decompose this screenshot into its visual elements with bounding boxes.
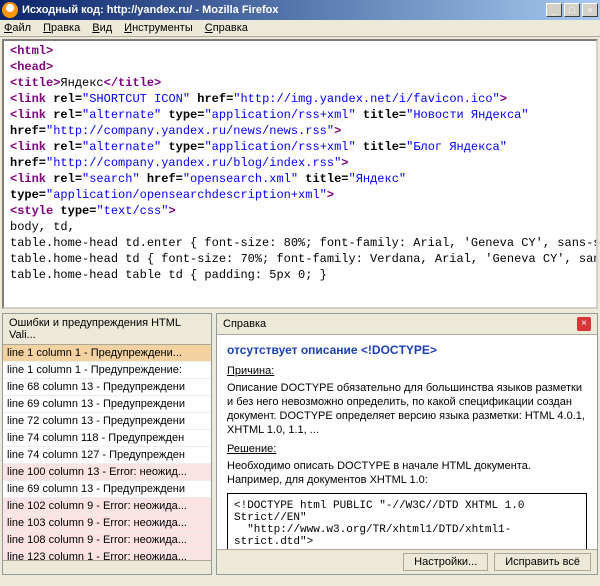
error-list-item[interactable]: line 103 column 9 - Error: неожида... bbox=[3, 515, 211, 532]
source-code-pane[interactable]: <html><head><title>Яндекс</title><link r… bbox=[2, 39, 598, 309]
menu-help[interactable]: Справка bbox=[205, 22, 248, 34]
error-list-item[interactable]: line 1 column 1 - Предупреждение: bbox=[3, 362, 211, 379]
source-line: href="http://company.yandex.ru/news/news… bbox=[10, 123, 590, 139]
error-list-item[interactable]: line 69 column 13 - Предупреждени bbox=[3, 396, 211, 413]
firefox-icon bbox=[2, 2, 18, 18]
minimize-button[interactable]: _ bbox=[546, 3, 562, 17]
menu-file[interactable]: Файл bbox=[4, 22, 31, 34]
source-line: <link rel="search" href="opensearch.xml"… bbox=[10, 171, 590, 187]
source-line: href="http://company.yandex.ru/blog/inde… bbox=[10, 155, 590, 171]
error-list-item[interactable]: line 74 column 127 - Предупрежден bbox=[3, 447, 211, 464]
help-button-bar: Настройки... Исправить всё bbox=[217, 549, 597, 574]
close-button[interactable]: × bbox=[582, 3, 598, 17]
error-list-item[interactable]: line 72 column 13 - Предупреждени bbox=[3, 413, 211, 430]
help-content: отсутствует описание <!DOCTYPE> Причина:… bbox=[217, 335, 597, 549]
help-reason-label: Причина: bbox=[227, 365, 587, 377]
help-reason-text: Описание DOCTYPE обязательно для большин… bbox=[227, 381, 587, 437]
source-line: <head> bbox=[10, 59, 590, 75]
menu-edit[interactable]: Правка bbox=[43, 22, 80, 34]
error-list-item[interactable]: line 68 column 13 - Предупреждени bbox=[3, 379, 211, 396]
bottom-panels: Ошибки и предупреждения HTML Vali... lin… bbox=[0, 311, 600, 577]
help-code-example: <!DOCTYPE html PUBLIC "-//W3C//DTD XHTML… bbox=[227, 493, 587, 549]
help-solution-label: Решение: bbox=[227, 443, 587, 455]
source-line: <link rel="SHORTCUT ICON" href="http://i… bbox=[10, 91, 590, 107]
maximize-button[interactable]: □ bbox=[564, 3, 580, 17]
source-line: <title>Яндекс</title> bbox=[10, 75, 590, 91]
source-line: <html> bbox=[10, 43, 590, 59]
error-list-item[interactable]: line 123 column 1 - Error: неожида... bbox=[3, 549, 211, 560]
errors-panel: Ошибки и предупреждения HTML Vali... lin… bbox=[2, 313, 212, 575]
settings-button[interactable]: Настройки... bbox=[403, 553, 488, 571]
help-panel-header: Справка × bbox=[217, 314, 597, 335]
source-line: <link rel="alternate" type="application/… bbox=[10, 139, 590, 155]
scrollbar-horizontal[interactable] bbox=[3, 560, 211, 574]
source-line: table.home-head td.enter { font-size: 80… bbox=[10, 235, 590, 251]
window-controls: _ □ × bbox=[546, 3, 598, 17]
error-list-item[interactable]: line 100 column 13 - Error: неожид... bbox=[3, 464, 211, 481]
errors-list[interactable]: line 1 column 1 - Предупреждени...line 1… bbox=[3, 345, 211, 560]
error-list-item[interactable]: line 69 column 13 - Предупреждени bbox=[3, 481, 211, 498]
errors-panel-header: Ошибки и предупреждения HTML Vali... bbox=[3, 314, 211, 345]
source-line: <link rel="alternate" type="application/… bbox=[10, 107, 590, 123]
close-icon[interactable]: × bbox=[577, 317, 591, 331]
errors-panel-title: Ошибки и предупреждения HTML Vali... bbox=[9, 317, 205, 341]
window-title: Исходный код: http://yandex.ru/ - Mozill… bbox=[22, 4, 546, 16]
window-titlebar: Исходный код: http://yandex.ru/ - Mozill… bbox=[0, 0, 600, 20]
source-line: type="application/opensearchdescription+… bbox=[10, 187, 590, 203]
help-panel-title: Справка bbox=[223, 318, 577, 330]
menu-tools[interactable]: Инструменты bbox=[124, 22, 193, 34]
error-list-item[interactable]: line 102 column 9 - Error: неожида... bbox=[3, 498, 211, 515]
source-line: <style type="text/css"> bbox=[10, 203, 590, 219]
source-line: body, td, bbox=[10, 219, 590, 235]
help-topic-title: отсутствует описание <!DOCTYPE> bbox=[227, 343, 587, 357]
source-line: table.home-head td { font-size: 70%; fon… bbox=[10, 251, 590, 267]
fix-all-button[interactable]: Исправить всё bbox=[494, 553, 591, 571]
error-list-item[interactable]: line 108 column 9 - Error: неожида... bbox=[3, 532, 211, 549]
error-list-item[interactable]: line 74 column 118 - Предупрежден bbox=[3, 430, 211, 447]
source-line: table.home-head table td { padding: 5px … bbox=[10, 267, 590, 283]
menu-file-rest: айл bbox=[12, 22, 31, 34]
help-panel: Справка × отсутствует описание <!DOCTYPE… bbox=[216, 313, 598, 575]
help-solution-text: Необходимо описать DOCTYPE в начале HTML… bbox=[227, 459, 587, 487]
menu-bar: Файл Правка Вид Инструменты Справка bbox=[0, 20, 600, 37]
error-list-item[interactable]: line 1 column 1 - Предупреждени... bbox=[3, 345, 211, 362]
menu-view[interactable]: Вид bbox=[92, 22, 112, 34]
